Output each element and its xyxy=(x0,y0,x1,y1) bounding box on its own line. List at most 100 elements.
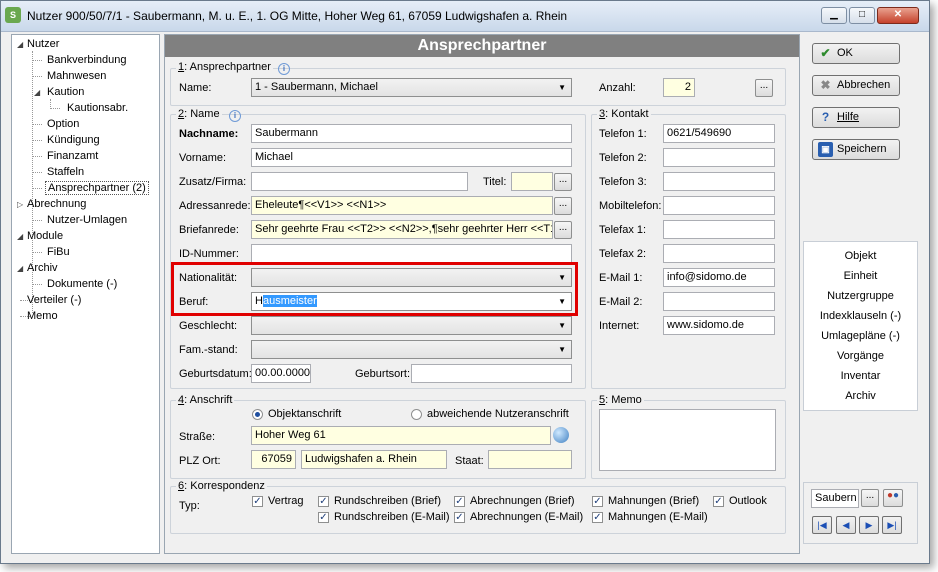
abweichende-anschrift-radio[interactable] xyxy=(411,409,422,420)
korrespondenz-checkbox[interactable]: ✓ xyxy=(318,496,329,507)
kontakt-field[interactable] xyxy=(663,148,775,167)
ok-button[interactable]: ✔ OK xyxy=(812,43,900,64)
tree-item-fibu[interactable]: FiBu xyxy=(47,246,70,258)
link-5[interactable]: Vorgänge xyxy=(804,350,917,362)
save-button[interactable]: ▣ Speichern xyxy=(812,139,900,160)
objektanschrift-label[interactable]: Objektanschrift xyxy=(268,408,341,420)
link-6[interactable]: Inventar xyxy=(804,370,917,382)
info-icon[interactable]: i xyxy=(229,110,241,122)
memo-textarea[interactable] xyxy=(599,409,776,471)
link-2[interactable]: Nutzergruppe xyxy=(804,290,917,302)
link-3[interactable]: Indexklauseln (-) xyxy=(804,310,917,322)
famstand-select[interactable]: ▼ xyxy=(251,340,572,359)
korrespondenz-checkbox-label[interactable]: Abrechnungen (E-Mail) xyxy=(470,511,583,523)
geburtsdatum-field[interactable]: 00.00.0000 xyxy=(251,364,311,383)
tree-item-memo[interactable]: Memo xyxy=(27,310,58,322)
kontakt-field[interactable]: info@sidomo.de xyxy=(663,268,775,287)
collapse-icon[interactable]: ◢ xyxy=(17,40,23,49)
tree-item-mahnwesen[interactable]: Mahnwesen xyxy=(47,70,106,82)
tree-item-nutzer[interactable]: Nutzer xyxy=(27,38,59,50)
kontakt-field[interactable]: 0621/549690 xyxy=(663,124,775,143)
link-4[interactable]: Umlagepläne (-) xyxy=(804,330,917,342)
tree-item-option[interactable]: Option xyxy=(47,118,79,130)
objektanschrift-radio[interactable] xyxy=(252,409,263,420)
tree-item-kautionsabr[interactable]: Kautionsabr. xyxy=(67,102,128,114)
maximize-button[interactable]: □ xyxy=(849,7,875,24)
kontakt-field[interactable] xyxy=(663,172,775,191)
people-icon[interactable]: ●● xyxy=(883,489,903,507)
titel-field[interactable] xyxy=(511,172,553,191)
tree-item-kaution[interactable]: Kaution xyxy=(47,86,84,98)
briefanrede-field[interactable]: Sehr geehrte Frau <<T2>> <<N2>>,¶sehr ge… xyxy=(251,220,553,239)
expand-icon[interactable]: ▷ xyxy=(17,200,23,209)
tree-item-nutzer-umlagen[interactable]: Nutzer-Umlagen xyxy=(47,214,127,226)
close-button[interactable]: ✕ xyxy=(877,7,919,24)
globe-icon[interactable] xyxy=(553,427,569,443)
info-icon[interactable]: i xyxy=(278,63,290,75)
tree-item-abrechnung[interactable]: Abrechnung xyxy=(27,198,86,210)
adressanrede-field[interactable]: Eheleute¶<<V1>> <<N1>> xyxy=(251,196,553,215)
kontakt-field[interactable] xyxy=(663,244,775,263)
korrespondenz-checkbox-label[interactable]: Outlook xyxy=(729,495,767,507)
adressanrede-more-button[interactable]: ... xyxy=(554,197,572,215)
tree-item-archiv[interactable]: Archiv xyxy=(27,262,58,274)
search-field[interactable]: Saubern xyxy=(811,489,859,508)
ort-field[interactable]: Ludwigshafen a. Rhein xyxy=(301,450,447,469)
geschlecht-select[interactable]: ▼ xyxy=(251,316,572,335)
titel-more-button[interactable]: ... xyxy=(554,173,572,191)
tree-item-finanzamt[interactable]: Finanzamt xyxy=(47,150,98,162)
first-record-button[interactable]: |◀ xyxy=(812,516,832,534)
tree-item-staffeln[interactable]: Staffeln xyxy=(47,166,84,178)
korrespondenz-checkbox-label[interactable]: Rundschreiben (Brief) xyxy=(334,495,441,507)
staat-field[interactable] xyxy=(488,450,572,469)
nachname-field[interactable]: Saubermann xyxy=(251,124,572,143)
tree-item-verteiler[interactable]: Verteiler (-) xyxy=(27,294,81,306)
abweichende-anschrift-label[interactable]: abweichende Nutzeranschrift xyxy=(427,408,569,420)
tree-item-bankverbindung[interactable]: Bankverbindung xyxy=(47,54,127,66)
kontakt-field[interactable] xyxy=(663,196,775,215)
korrespondenz-checkbox-label[interactable]: Mahnungen (E-Mail) xyxy=(608,511,708,523)
vorname-field[interactable]: Michael xyxy=(251,148,572,167)
korrespondenz-checkbox[interactable]: ✓ xyxy=(252,496,263,507)
plz-field[interactable]: 67059 xyxy=(251,450,296,469)
korrespondenz-checkbox-label[interactable]: Rundschreiben (E-Mail) xyxy=(334,511,450,523)
kontakt-field[interactable] xyxy=(663,292,775,311)
collapse-icon[interactable]: ◢ xyxy=(17,232,23,241)
idnummer-field[interactable] xyxy=(251,244,572,263)
korrespondenz-checkbox[interactable]: ✓ xyxy=(592,512,603,523)
tree-item-module[interactable]: Module xyxy=(27,230,63,242)
anzahl-more-button[interactable]: ... xyxy=(755,79,773,97)
korrespondenz-checkbox-label[interactable]: Vertrag xyxy=(268,495,303,507)
minimize-button[interactable]: ▁ xyxy=(821,7,847,24)
collapse-icon[interactable]: ◢ xyxy=(34,88,40,97)
link-1[interactable]: Einheit xyxy=(804,270,917,282)
geburtsdatum-label: Geburtsdatum: xyxy=(179,368,252,380)
strasse-field[interactable]: Hoher Weg 61 xyxy=(251,426,551,445)
search-more-button[interactable]: ... xyxy=(861,489,879,507)
kontakt-field[interactable]: www.sidomo.de xyxy=(663,316,775,335)
korrespondenz-checkbox-label[interactable]: Abrechnungen (Brief) xyxy=(470,495,575,507)
tree-item-kuendigung[interactable]: Kündigung xyxy=(47,134,100,146)
link-0[interactable]: Objekt xyxy=(804,250,917,262)
tree-item-dokumente[interactable]: Dokumente (-) xyxy=(47,278,117,290)
tree-item-ansprechpartner[interactable]: Ansprechpartner (2) xyxy=(45,181,149,195)
prev-record-button[interactable]: ◀ xyxy=(836,516,856,534)
briefanrede-more-button[interactable]: ... xyxy=(554,221,572,239)
geburtsort-field[interactable] xyxy=(411,364,572,383)
korrespondenz-checkbox[interactable]: ✓ xyxy=(592,496,603,507)
next-record-button[interactable]: ▶ xyxy=(859,516,879,534)
cancel-button[interactable]: ✖ Abbrechen xyxy=(812,75,900,96)
korrespondenz-checkbox-label[interactable]: Mahnungen (Brief) xyxy=(608,495,699,507)
kontakt-field[interactable] xyxy=(663,220,775,239)
ansprechpartner-select[interactable]: 1 - Saubermann, Michael ▼ xyxy=(251,78,572,97)
korrespondenz-checkbox[interactable]: ✓ xyxy=(318,512,329,523)
help-button[interactable]: ? Hilfe xyxy=(812,107,900,128)
korrespondenz-checkbox[interactable]: ✓ xyxy=(454,496,465,507)
korrespondenz-checkbox[interactable]: ✓ xyxy=(713,496,724,507)
last-record-button[interactable]: ▶| xyxy=(882,516,902,534)
korrespondenz-checkbox[interactable]: ✓ xyxy=(454,512,465,523)
link-7[interactable]: Archiv xyxy=(804,390,917,402)
zusatz-field[interactable] xyxy=(251,172,468,191)
anzahl-field[interactable]: 2 xyxy=(663,78,695,97)
collapse-icon[interactable]: ◢ xyxy=(17,264,23,273)
